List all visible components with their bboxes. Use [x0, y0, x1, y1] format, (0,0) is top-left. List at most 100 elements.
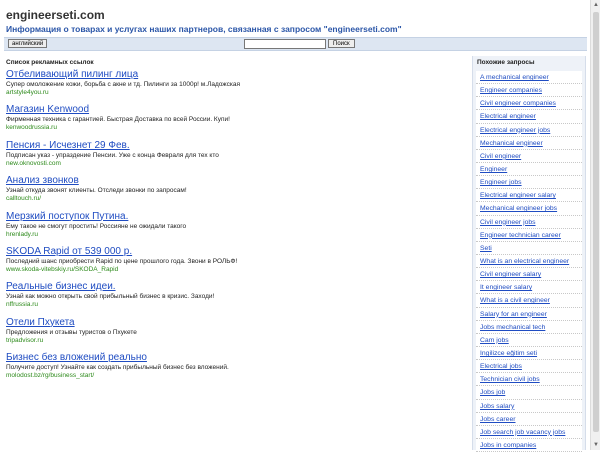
related-searches-title: Похожие запросы: [477, 59, 535, 66]
search-toolbar: английский Поиск: [4, 37, 587, 51]
related-search-link[interactable]: Civil engineer companies: [476, 100, 556, 107]
related-search-link[interactable]: What is a civil engineer: [476, 297, 550, 304]
related-search-link[interactable]: Electrical engineer salary: [476, 192, 556, 199]
ad-description: Подписан указ - упраздение Пенсии. Уже с…: [6, 151, 219, 159]
language-button[interactable]: английский: [8, 39, 48, 48]
related-search-item: Civil engineer companies: [476, 97, 582, 111]
related-search-link[interactable]: Technician civil jobs: [476, 376, 540, 383]
ad-title-link[interactable]: Отели Пхукета: [6, 317, 466, 329]
ad-url-link[interactable]: nffrussia.ru: [6, 301, 466, 309]
vertical-scrollbar[interactable]: ▲ ▼: [590, 0, 600, 450]
ad-item: Пенсия - Исчезнет 29 Фев. Подписан указ -…: [6, 140, 466, 175]
ad-url-link[interactable]: hrenlady.ru: [6, 231, 466, 239]
related-search-link[interactable]: Electrical jobs: [476, 363, 522, 370]
ad-description: Предложения и отзывы туристов о Пхукете: [6, 328, 137, 336]
ads-section-title: Список рекламных ссылок: [6, 59, 94, 66]
related-search-item: Civil engineer jobs: [476, 216, 582, 229]
ad-title-link[interactable]: Пенсия - Исчезнет 29 Фев.: [6, 140, 466, 152]
related-searches-list: A mechanical engineer Engineer companies C…: [476, 71, 582, 452]
ad-item: Мерзкий поступок Путина. Ему такое не смо…: [6, 211, 466, 246]
related-search-link[interactable]: Mechanical engineer: [476, 140, 543, 147]
ad-title-link[interactable]: Магазин Kenwood: [6, 104, 466, 116]
related-search-item: Jobs job: [476, 386, 582, 400]
ad-url-link[interactable]: new.oknovosti.com: [6, 160, 466, 168]
ad-description: Супер омоложение кожи, борьба с акне и т…: [6, 81, 240, 88]
related-search-item: Electrical engineer: [476, 110, 582, 124]
related-search-link[interactable]: Civil engineer: [476, 153, 521, 160]
related-search-link[interactable]: Ingilizce eğitim seti: [476, 350, 537, 357]
related-search-item: Jobs salary: [476, 400, 582, 413]
related-search-item: Jobs in companies: [476, 439, 582, 452]
ad-url-link[interactable]: kenwoodrussia.ru: [6, 124, 466, 132]
ad-url-link[interactable]: tripadvisor.ru: [6, 337, 466, 345]
related-search-link[interactable]: Engineer: [476, 166, 507, 173]
ad-url-link[interactable]: artstyle4you.ru: [6, 89, 466, 97]
related-search-link[interactable]: Civil engineer jobs: [476, 219, 536, 226]
ad-url-link[interactable]: www.skoda-vitebskiy.ru/SKODA_Rapid: [6, 266, 466, 274]
related-search-item: Civil engineer: [476, 150, 582, 163]
search-input[interactable]: [244, 39, 326, 49]
related-search-link[interactable]: Mechanical engineer jobs: [476, 205, 557, 212]
related-search-item: What is an electrical engineer: [476, 255, 582, 269]
ad-item: SKODA Rapid от 539 000 р. Последний шанс …: [6, 246, 466, 281]
related-search-link[interactable]: Job search job vacancy jobs: [476, 429, 565, 436]
scroll-up-arrow-icon[interactable]: ▲: [592, 1, 600, 9]
related-search-item: A mechanical engineer: [476, 71, 582, 85]
related-search-link[interactable]: Seti: [476, 245, 492, 252]
ad-item: Отели Пхукета Предложения и отзывы турист…: [6, 317, 466, 352]
related-search-item: It engineer salary: [476, 281, 582, 295]
related-search-link[interactable]: Civil engineer salary: [476, 271, 541, 278]
scrollbar-thumb[interactable]: [593, 12, 599, 432]
related-search-item: What is a civil engineer: [476, 294, 582, 308]
ad-url-link[interactable]: molodost.bz/rg/business_start/: [6, 372, 466, 380]
related-search-link[interactable]: What is an electrical engineer: [476, 258, 569, 265]
related-search-item: Job search job vacancy jobs: [476, 426, 582, 439]
ad-item: Реальные бизнес идеи. Узнай как можно отк…: [6, 281, 466, 316]
related-search-link[interactable]: Salary for an engineer: [476, 311, 547, 318]
related-search-link[interactable]: Jobs career: [476, 416, 516, 423]
related-search-link[interactable]: Engineer jobs: [476, 179, 522, 186]
related-search-link[interactable]: A mechanical engineer: [476, 74, 549, 81]
ad-item: Отбеливающий пилинг лица Супер омоложение…: [6, 69, 466, 104]
ad-title-link[interactable]: Отбеливающий пилинг лица: [6, 69, 466, 81]
ad-item: Анализ звонков Узнай откуда звонят клиент…: [6, 175, 466, 210]
related-search-item: Ingilizce eğitim seti: [476, 347, 582, 361]
ad-description: Ему такое не смогут простить! Россияне н…: [6, 222, 187, 230]
ad-item: Бизнес без вложений реально Получите дост…: [6, 352, 466, 387]
ad-title-link[interactable]: Мерзкий поступок Путина.: [6, 211, 466, 223]
related-search-item: Engineer companies: [476, 84, 582, 98]
related-search-link[interactable]: Engineer technician career: [476, 232, 561, 239]
related-search-item: Jobs mechanical tech: [476, 321, 582, 334]
related-search-item: Cam jobs: [476, 334, 582, 347]
related-search-link[interactable]: It engineer salary: [476, 284, 532, 291]
site-title: engineerseti.com: [6, 8, 105, 22]
related-search-link[interactable]: Cam jobs: [476, 337, 509, 344]
related-search-item: Civil engineer salary: [476, 268, 582, 282]
related-search-link[interactable]: Jobs mechanical tech: [476, 324, 545, 331]
ad-title-link[interactable]: SKODA Rapid от 539 000 р.: [6, 246, 466, 258]
related-search-item: Electrical engineer jobs: [476, 124, 582, 137]
related-search-item: Mechanical engineer jobs: [476, 202, 582, 216]
related-search-item: Mechanical engineer: [476, 137, 582, 150]
related-search-link[interactable]: Jobs job: [476, 389, 505, 396]
ad-title-link[interactable]: Реальные бизнес идеи.: [6, 281, 466, 293]
ad-description: Получите доступ! Узнайте как создать при…: [6, 364, 229, 372]
scroll-down-arrow-icon[interactable]: ▼: [592, 441, 600, 449]
ad-description: Последний шанс приобрести Rapid по цене …: [6, 257, 238, 265]
related-search-link[interactable]: Electrical engineer: [476, 113, 536, 120]
ad-title-link[interactable]: Бизнес без вложений реально: [6, 352, 466, 364]
related-search-link[interactable]: Electrical engineer jobs: [476, 127, 550, 134]
related-search-item: Jobs career: [476, 413, 582, 426]
related-search-item: Electrical engineer salary: [476, 189, 582, 203]
related-search-link[interactable]: Jobs in companies: [476, 442, 536, 449]
ad-url-link[interactable]: calltouch.ru/: [6, 195, 466, 203]
ad-title-link[interactable]: Анализ звонков: [6, 175, 466, 187]
related-search-item: Seti: [476, 242, 582, 255]
ad-description: Узнай как можно открыть свой прибыльный …: [6, 293, 215, 301]
site-subtitle: Информация о товарах и услугах наших пар…: [6, 24, 402, 34]
related-search-item: Salary for an engineer: [476, 308, 582, 321]
search-button[interactable]: Поиск: [328, 39, 355, 48]
related-search-link[interactable]: Jobs salary: [476, 403, 514, 410]
related-search-item: Engineer technician career: [476, 229, 582, 242]
related-search-link[interactable]: Engineer companies: [476, 87, 542, 94]
